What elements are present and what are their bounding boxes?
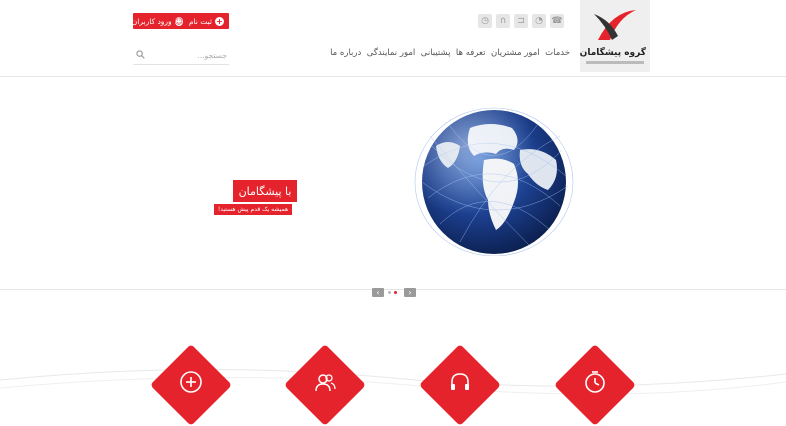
logo-tagline-bar xyxy=(586,61,644,64)
slider-pagination xyxy=(388,291,397,294)
site-header: گروه پیشگامان ◷ ∩ ⊐ ◔ ☎ + ثبت نام ☺ ورود کار… xyxy=(0,0,786,77)
slide-caption-title: با پیشگامان xyxy=(233,180,297,202)
slider-next-button[interactable]: › xyxy=(404,288,416,297)
nav-item-agency[interactable]: امور نمایندگی xyxy=(367,48,416,58)
login-button[interactable]: ☺ ورود کاربران xyxy=(131,13,188,29)
clock-icon xyxy=(585,371,605,393)
add-icon xyxy=(180,371,202,393)
search-input[interactable] xyxy=(151,48,227,63)
service-users[interactable] xyxy=(283,343,367,426)
search-icon[interactable] xyxy=(136,50,145,59)
top-icon-bar: ◷ ∩ ⊐ ◔ ☎ xyxy=(478,14,564,30)
slide-caption-subtitle: همیشه یک قدم پیش هستید! xyxy=(214,204,292,215)
headset-icon xyxy=(451,373,469,390)
nav-item-tariffs[interactable]: تعرفه ها xyxy=(456,48,486,58)
logo-mark-icon xyxy=(594,10,636,40)
service-history[interactable] xyxy=(553,343,637,426)
logo[interactable]: گروه پیشگامان xyxy=(580,0,650,72)
slider-divider xyxy=(0,289,786,290)
rss-icon[interactable]: ◔ xyxy=(532,14,546,28)
wave-decoration xyxy=(0,368,786,395)
search-box xyxy=(133,48,229,65)
slider-dot[interactable] xyxy=(388,291,391,294)
slider-prev-button[interactable]: ‹ xyxy=(372,288,384,297)
main-nav: خدمات امور مشتریان تعرفه ها پشتیبانی امو… xyxy=(330,48,570,58)
services-section xyxy=(0,300,786,401)
nav-item-about[interactable]: درباره ما xyxy=(330,48,361,58)
service-add[interactable] xyxy=(149,343,233,426)
globe-image xyxy=(414,107,574,256)
register-label: ثبت نام xyxy=(188,16,212,26)
history-icon[interactable]: ◷ xyxy=(478,14,492,28)
hero-slider xyxy=(0,77,786,288)
plus-circle-icon: + xyxy=(215,16,224,26)
logo-text: گروه پیشگامان xyxy=(579,48,646,58)
phone-icon[interactable]: ☎ xyxy=(550,14,564,28)
cart-icon[interactable]: ⊐ xyxy=(514,14,528,28)
login-label: ورود کاربران xyxy=(131,16,172,26)
nav-item-services[interactable]: خدمات xyxy=(545,48,570,58)
user-icon: ☺ xyxy=(174,16,183,26)
service-support[interactable] xyxy=(418,343,502,426)
nav-item-support[interactable]: پشتیبانی xyxy=(421,48,451,58)
headphones-icon[interactable]: ∩ xyxy=(496,14,510,28)
users-icon xyxy=(315,374,336,392)
nav-item-customers[interactable]: امور مشتریان xyxy=(491,48,540,58)
slider-dot[interactable] xyxy=(394,291,397,294)
